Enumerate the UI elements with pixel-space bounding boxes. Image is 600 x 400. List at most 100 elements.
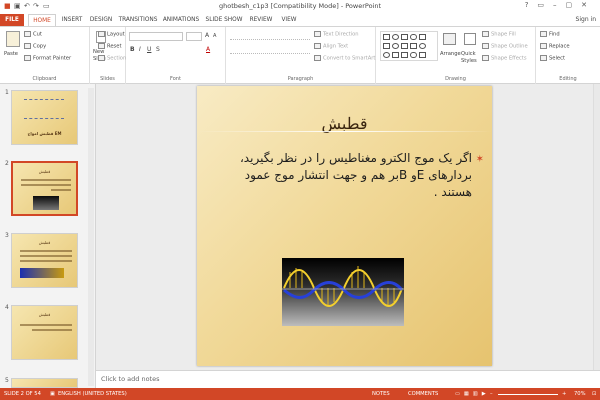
section-button[interactable]: Section [98, 55, 126, 62]
shape-effects-button[interactable]: Shape Effects [482, 55, 527, 62]
alignment-buttons[interactable] [230, 46, 310, 54]
underline-button[interactable]: U [147, 46, 151, 53]
replace-icon [540, 43, 547, 49]
window-title: ghotbesh_c1p3 [Compatibility Mode] - Pow… [218, 2, 382, 10]
fill-icon [482, 31, 489, 37]
layout-icon [98, 31, 105, 37]
slide-thumbnail-4[interactable]: قطبش [11, 305, 78, 360]
bullet-icon: ✶ [475, 154, 484, 165]
tab-design[interactable]: DESIGN [88, 14, 114, 26]
em-wave-illustration [282, 266, 404, 307]
bold-button[interactable]: B [130, 46, 135, 53]
shapes-gallery[interactable] [380, 31, 438, 61]
title-divider [197, 131, 492, 132]
notes-placeholder[interactable]: Click to add notes [101, 375, 159, 383]
brush-icon [24, 55, 31, 61]
reset-icon [98, 43, 105, 49]
replace-button[interactable]: Replace [540, 43, 570, 50]
thumb-number: 3 [5, 232, 9, 239]
thumb-image [20, 268, 64, 278]
window-controls[interactable]: ?▭–▢✕ [525, 1, 596, 9]
editing-label: Editing [559, 76, 577, 82]
slide-thumbnail-2[interactable]: قطبش [11, 161, 78, 216]
thumb-image [33, 196, 59, 210]
paragraph-group: Text Direction Align Text Convert to Sma… [226, 27, 376, 84]
scissors-icon [24, 31, 31, 37]
comments-toggle[interactable]: COMMENTS [408, 391, 438, 397]
cut-button[interactable]: Cut [24, 31, 42, 38]
font-size-select[interactable] [186, 32, 202, 41]
smartart-icon [314, 55, 321, 61]
slide-thumbnail-5[interactable] [11, 378, 78, 388]
font-color-button[interactable]: A [206, 46, 210, 53]
select-button[interactable]: Select [540, 55, 565, 62]
grow-font-button[interactable]: A [205, 32, 209, 39]
slide-body-text[interactable]: اگر یک موج الکترو مغناطیس را در نظر بگیر… [221, 150, 472, 201]
tab-animations[interactable]: ANIMATIONS [162, 14, 200, 26]
drawing-label: Drawing [445, 76, 466, 82]
format-painter-button[interactable]: Format Painter [24, 55, 71, 62]
language-indicator[interactable]: ENGLISH (UNITED STATES) [58, 391, 127, 397]
slide-scrollbar[interactable] [593, 84, 600, 370]
tab-slide-show[interactable]: SLIDE SHOW [205, 14, 243, 26]
text-direction-button[interactable]: Text Direction [314, 31, 359, 38]
sign-in-link[interactable]: Sign in [576, 16, 596, 23]
clipboard-label: Clipboard [32, 76, 57, 82]
drawing-group: Arrange Quick Styles Shape Fill Shape Ou… [376, 27, 536, 84]
thumb-title: قطبش [38, 169, 51, 174]
thumb-title: قطبش [38, 240, 51, 245]
tab-home[interactable]: HOME [28, 14, 56, 26]
font-name-select[interactable] [129, 32, 183, 41]
thumb-number: 5 [5, 377, 9, 384]
shape-fill-button[interactable]: Shape Fill [482, 31, 516, 38]
tab-review[interactable]: REVIEW [248, 14, 274, 26]
zoom-in-button[interactable]: + [562, 391, 566, 397]
tab-file[interactable]: FILE [0, 14, 24, 26]
layout-button[interactable]: Layout [98, 31, 125, 38]
convert-smartart-button[interactable]: Convert to SmartArt [314, 55, 375, 62]
quick-styles-button[interactable]: Quick Styles [461, 51, 481, 65]
slide-thumbnail-1[interactable]: قطبش امواج EM [11, 90, 78, 145]
shrink-font-button[interactable]: A [213, 33, 216, 39]
align-text-button[interactable]: Align Text [314, 43, 348, 50]
zoom-level[interactable]: 70% [574, 391, 586, 397]
zoom-out-button[interactable]: – [490, 391, 493, 397]
thumbnail-scrollbar[interactable] [88, 88, 94, 386]
thumb-wave-image [24, 99, 64, 119]
section-icon [98, 55, 105, 61]
em-wave-image[interactable] [282, 258, 404, 326]
reset-button[interactable]: Reset [98, 43, 122, 50]
view-buttons[interactable]: ▭▦▥▶ [455, 391, 490, 397]
align-text-icon [314, 43, 321, 49]
thumb-number: 2 [5, 160, 9, 167]
effects-icon [482, 55, 489, 61]
slide-counter: SLIDE 2 OF 54 [4, 391, 41, 397]
search-icon [540, 31, 547, 37]
zoom-slider[interactable] [498, 394, 558, 395]
slide-thumbnail-pane[interactable]: 1 قطبش امواج EM 2 قطبش 3 قطبش 4 قطبش 5 [0, 84, 96, 388]
font-group: A A B I U S A Font [126, 27, 226, 84]
thumb-title: قطبش امواج EM [27, 131, 62, 136]
shape-outline-button[interactable]: Shape Outline [482, 43, 528, 50]
fit-slide-icon[interactable]: ⊡ [592, 391, 596, 397]
slide-thumbnail-3[interactable]: قطبش [11, 233, 78, 288]
tab-insert[interactable]: INSERT [60, 14, 84, 26]
list-buttons[interactable] [230, 32, 310, 40]
spellcheck-icon[interactable]: ▣ [50, 391, 55, 397]
tab-view[interactable]: VIEW [278, 14, 300, 26]
paste-icon[interactable] [6, 31, 20, 47]
shadow-button[interactable]: S [156, 46, 160, 53]
text-direction-icon [314, 31, 321, 37]
copy-button[interactable]: Copy [24, 43, 46, 50]
notes-pane[interactable]: Click to add notes [96, 370, 600, 388]
current-slide[interactable]: قطبش ✶ اگر یک موج الکترو مغناطیس را در ن… [197, 86, 492, 366]
paste-button[interactable]: Paste [4, 51, 18, 57]
thumb-number: 1 [5, 89, 9, 96]
font-label: Font [170, 76, 181, 82]
italic-button[interactable]: I [139, 46, 141, 53]
notes-toggle[interactable]: NOTES [372, 391, 390, 397]
arrange-button[interactable]: Arrange [440, 51, 461, 57]
tab-transitions[interactable]: TRANSITIONS [118, 14, 158, 26]
paragraph-label: Paragraph [287, 76, 314, 82]
find-button[interactable]: Find [540, 31, 560, 38]
